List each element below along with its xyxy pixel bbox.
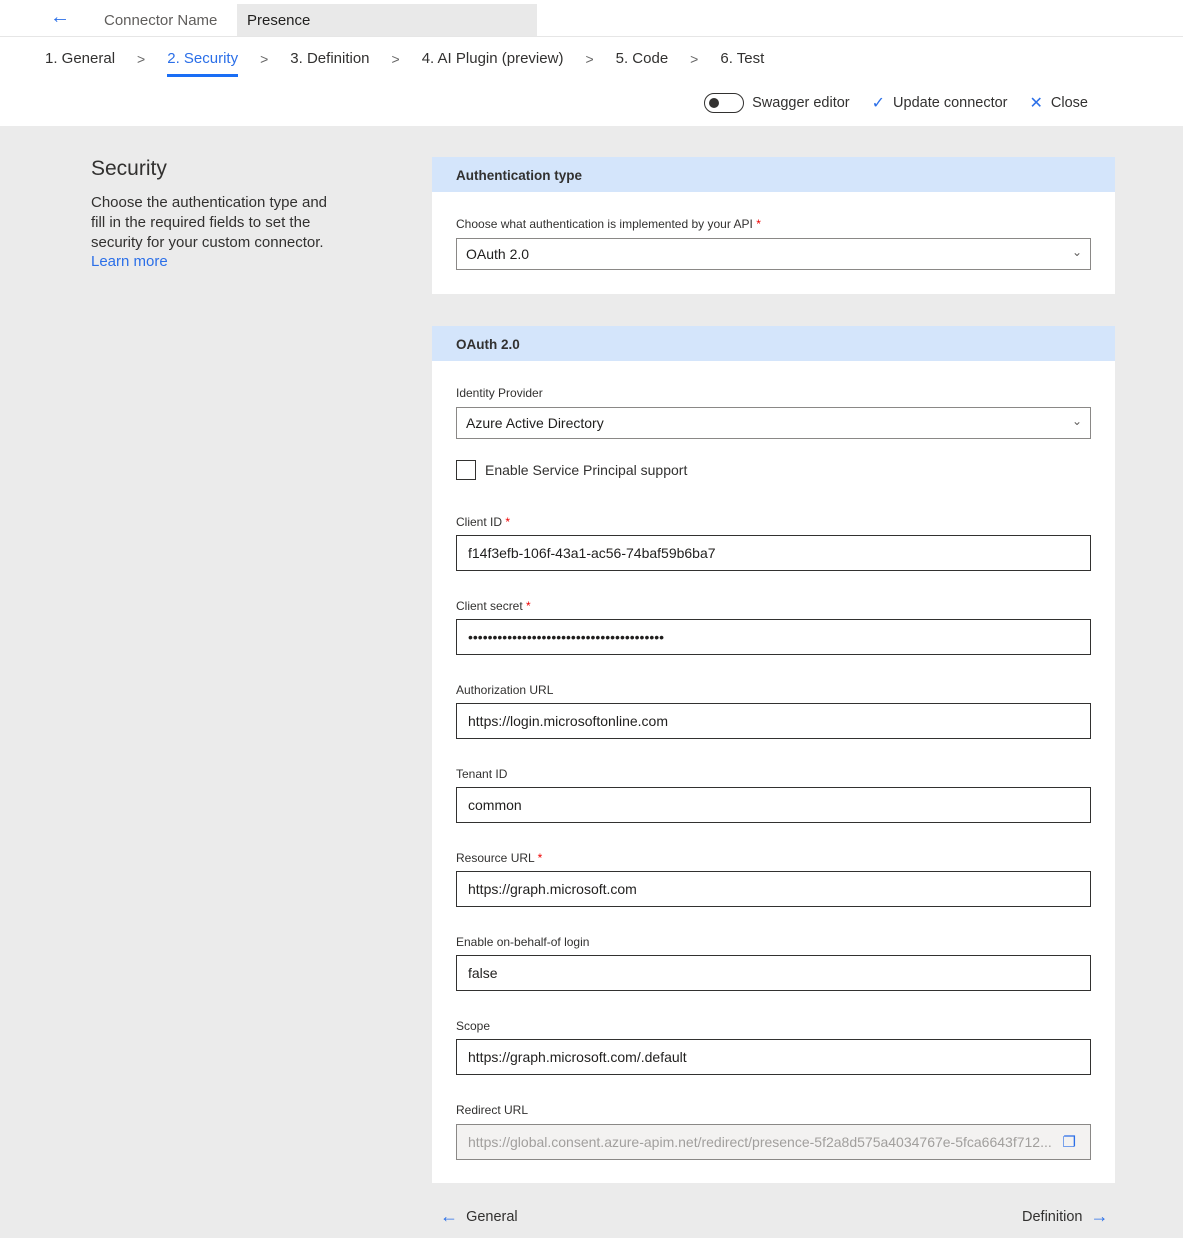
toolbar: Swagger editor ✓ Update connector ✕ Close [704, 93, 1088, 113]
chevron-down-icon: ⌄ [1071, 414, 1082, 428]
close-label: Close [1050, 95, 1088, 111]
chevron-right-icon: > [391, 50, 400, 67]
learn-more-link[interactable]: Learn more [91, 253, 168, 270]
label-text: Authorization URL [456, 683, 554, 697]
dropdown-value: Azure Active Directory [466, 415, 604, 431]
authentication-type-card: Authentication type Choose what authenti… [432, 157, 1115, 294]
toggle-switch[interactable] [704, 93, 745, 113]
tenant-id-input[interactable]: common [456, 787, 1091, 823]
card-header: OAuth 2.0 [432, 326, 1115, 361]
client-id-label: Client ID * [456, 515, 510, 529]
next-label: Definition [1022, 1208, 1083, 1225]
section-description: Choose the authentication type and fill … [91, 194, 328, 251]
step-definition[interactable]: 3. Definition [290, 50, 369, 75]
chevron-down-icon: ⌄ [1071, 245, 1082, 259]
title-bar: ← Connector Name [0, 0, 1183, 37]
step-ai-plugin[interactable]: 4. AI Plugin (preview) [422, 50, 564, 75]
input-value: https://graph.microsoft.com/.default [468, 1049, 687, 1065]
client-id-input[interactable]: f14f3efb-106f-43a1-ac56-74baf59b6ba7 [456, 535, 1091, 571]
checkbox[interactable] [456, 460, 476, 480]
client-secret-label: Client secret * [456, 599, 531, 613]
label-text: Client secret [456, 599, 523, 613]
service-principal-checkbox[interactable]: Enable Service Principal support [456, 460, 687, 480]
chevron-right-icon: > [690, 50, 699, 67]
oauth-card: OAuth 2.0 Identity Provider Azure Active… [432, 326, 1115, 1183]
back-arrow-icon[interactable]: ← [50, 6, 70, 29]
input-value: https://graph.microsoft.com [468, 881, 637, 897]
checkmark-icon: ✓ [871, 95, 886, 112]
required-asterisk: * [526, 599, 531, 613]
chevron-right-icon: > [137, 50, 146, 67]
update-connector-button[interactable]: ✓ Update connector [872, 93, 1008, 113]
step-general[interactable]: 1. General [45, 50, 115, 75]
redirect-url-input[interactable]: https://global.consent.azure-apim.net/re… [456, 1124, 1091, 1160]
input-value: f14f3efb-106f-43a1-ac56-74baf59b6ba7 [468, 545, 716, 561]
intro-panel: Security Choose the authentication type … [91, 157, 341, 270]
scope-label: Scope [456, 1019, 490, 1033]
chevron-right-icon: > [260, 50, 269, 67]
copy-icon[interactable]: ❐ [1063, 1133, 1076, 1151]
previous-general-button[interactable]: ← General [440, 1206, 518, 1227]
connector-name-input[interactable] [237, 4, 537, 36]
required-asterisk: * [756, 217, 761, 231]
label-text: Client ID [456, 515, 503, 529]
input-value: •••••••••••••••••••••••••••••••••••••••• [468, 629, 665, 645]
checkbox-label: Enable Service Principal support [485, 462, 688, 478]
required-asterisk: * [505, 515, 511, 529]
chevron-right-icon: > [585, 50, 594, 67]
tenant-id-label: Tenant ID [456, 767, 507, 781]
prev-label: General [466, 1208, 518, 1225]
label-text: Enable on-behalf-of login [456, 935, 590, 949]
authorization-url-label: Authorization URL [456, 683, 553, 697]
wizard-steps: 1. General > 2. Security > 3. Definition > … [45, 50, 764, 77]
input-value: false [468, 965, 498, 981]
authentication-type-dropdown[interactable]: OAuth 2.0 ⌄ [456, 238, 1091, 270]
required-asterisk: * [537, 851, 543, 865]
resource-url-input[interactable]: https://graph.microsoft.com [456, 871, 1091, 907]
redirect-url-value: https://global.consent.azure-apim.net/re… [468, 1134, 1052, 1150]
enable-on-behalf-of-login-label: Enable on-behalf-of login [456, 935, 589, 949]
close-icon: ✕ [1029, 95, 1043, 112]
label-text: Resource URL [456, 851, 535, 865]
scope-input[interactable]: https://graph.microsoft.com/.default [456, 1039, 1091, 1075]
step-test[interactable]: 6. Test [720, 50, 764, 75]
identity-provider-label: Identity Provider [456, 386, 543, 400]
label-text: Choose what authentication is implemente… [456, 217, 753, 231]
arrow-left-icon: ← [440, 1206, 458, 1226]
close-button[interactable]: ✕ Close [1030, 93, 1088, 113]
swagger-label: Swagger editor [752, 95, 850, 111]
section-title: Security [91, 157, 167, 180]
input-value: https://login.microsoftonline.com [468, 713, 668, 729]
identity-provider-dropdown[interactable]: Azure Active Directory ⌄ [456, 407, 1091, 439]
arrow-right-icon: → [1090, 1206, 1109, 1226]
client-secret-input[interactable]: •••••••••••••••••••••••••••••••••••••••• [456, 619, 1091, 655]
connector-name-label: Connector Name [104, 12, 218, 29]
label-text: Tenant ID [456, 767, 508, 781]
card-header: Authentication type [432, 157, 1115, 192]
swagger-editor-toggle[interactable]: Swagger editor [704, 93, 850, 113]
input-value: common [468, 797, 522, 813]
authorization-url-input[interactable]: https://login.microsoftonline.com [456, 703, 1091, 739]
next-definition-button[interactable]: Definition → [1022, 1206, 1109, 1227]
field-label: Choose what authentication is implemente… [456, 217, 761, 231]
step-security[interactable]: 2. Security [167, 50, 238, 77]
label-text: Scope [456, 1019, 491, 1033]
top-area: ← Connector Name 1. General > 2. Security… [0, 0, 1183, 126]
step-code[interactable]: 5. Code [616, 50, 669, 75]
update-label: Update connector [893, 95, 1008, 111]
resource-url-label: Resource URL * [456, 851, 542, 865]
redirect-url-label: Redirect URL [456, 1103, 529, 1117]
enable-on-behalf-of-login-input[interactable]: false [456, 955, 1091, 991]
dropdown-value: OAuth 2.0 [466, 246, 530, 262]
